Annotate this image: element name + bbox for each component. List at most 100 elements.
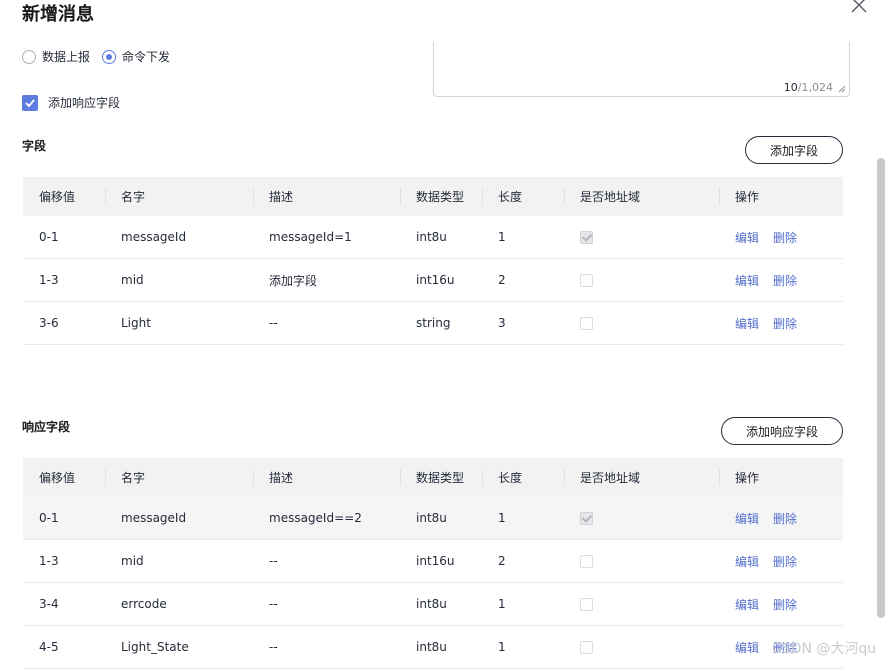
add-response-field-checkbox[interactable]: [22, 94, 38, 111]
watermark: CSDN @大河qu: [772, 641, 877, 657]
vertical-scrollbar[interactable]: [877, 158, 885, 618]
check-icon: [25, 98, 35, 107]
cell-actions: 编辑 删除: [719, 539, 843, 583]
cell-type: int8u: [400, 625, 482, 669]
edit-link[interactable]: 编辑: [735, 317, 759, 331]
radio-data-report[interactable]: [22, 49, 36, 64]
address-checkbox: [580, 274, 593, 287]
edit-link[interactable]: 编辑: [735, 555, 759, 569]
col-desc: 描述: [253, 177, 400, 216]
table-row: 3-4 errcode -- int8u 1 编辑 删除: [23, 582, 843, 626]
col-is-address: 是否地址域: [564, 458, 719, 497]
radio-data-report-label[interactable]: 数据上报: [42, 48, 90, 65]
cell-is-address: [564, 582, 719, 626]
cell-name: messageId: [105, 216, 253, 259]
col-is-address: 是否地址域: [564, 177, 719, 216]
char-max: /1,024: [797, 81, 833, 94]
message-type-radio-group: 数据上报 命令下发: [22, 48, 176, 65]
cell-type: int8u: [400, 582, 482, 626]
cell-is-address: [564, 301, 719, 345]
response-section-title: 响应字段: [22, 420, 71, 434]
cell-name: messageId: [105, 497, 253, 540]
close-icon[interactable]: [848, 0, 870, 16]
fields-section-title: 字段: [22, 139, 47, 153]
cell-length: 1: [482, 497, 564, 540]
table-row: 0-1 messageId messageId==2 int8u 1 编辑 删除: [23, 497, 843, 540]
table-row: 1-3 mid -- int16u 2 编辑 删除: [23, 539, 843, 583]
cell-offset: 1-3: [23, 539, 105, 583]
char-count: 10: [783, 81, 798, 94]
col-offset: 偏移值: [23, 177, 105, 216]
edit-link[interactable]: 编辑: [735, 641, 759, 655]
dialog-title: 新增消息: [22, 4, 94, 25]
col-actions: 操作: [719, 458, 843, 497]
cell-desc: 添加字段: [253, 258, 400, 302]
cell-offset: 3-6: [23, 301, 105, 345]
cell-name: Light: [105, 301, 253, 345]
cell-is-address: [564, 258, 719, 302]
delete-link[interactable]: 删除: [773, 231, 797, 245]
cell-is-address: [564, 539, 719, 583]
cell-length: 3: [482, 301, 564, 345]
cell-desc: --: [253, 301, 400, 345]
cell-length: 2: [482, 258, 564, 302]
edit-link[interactable]: 编辑: [735, 231, 759, 245]
add-response-field-label: 添加响应字段: [48, 96, 121, 110]
cell-offset: 0-1: [23, 216, 105, 259]
address-checkbox: [580, 317, 593, 330]
col-type: 数据类型: [400, 458, 482, 497]
delete-link[interactable]: 删除: [773, 512, 797, 526]
add-response-field-button[interactable]: 添加响应字段: [721, 417, 843, 445]
cell-name: errcode: [105, 582, 253, 626]
col-desc: 描述: [253, 458, 400, 497]
cell-desc: --: [253, 625, 400, 669]
edit-link[interactable]: 编辑: [735, 512, 759, 526]
cell-desc: --: [253, 582, 400, 626]
cell-offset: 3-4: [23, 582, 105, 626]
table-header-row: 偏移值 名字 描述 数据类型 长度 是否地址域 操作: [23, 458, 843, 497]
cell-length: 1: [482, 582, 564, 626]
table-header-row: 偏移值 名字 描述 数据类型 长度 是否地址域 操作: [23, 177, 843, 216]
cell-desc: messageId=1: [253, 216, 400, 259]
address-checkbox: [580, 555, 593, 568]
address-checkbox: [580, 598, 593, 611]
cell-type: int16u: [400, 258, 482, 302]
edit-link[interactable]: 编辑: [735, 598, 759, 612]
resize-handle-icon[interactable]: [838, 85, 846, 93]
add-response-field-checkbox-row[interactable]: 添加响应字段: [22, 94, 120, 111]
address-checkbox: [580, 641, 593, 654]
cell-is-address: [564, 216, 719, 259]
cell-offset: 1-3: [23, 258, 105, 302]
description-textarea[interactable]: 10/1,024: [433, 42, 850, 97]
col-length: 长度: [482, 458, 564, 497]
cell-desc: messageId==2: [253, 497, 400, 540]
col-offset: 偏移值: [23, 458, 105, 497]
cell-actions: 编辑 删除: [719, 258, 843, 302]
table-row: 4-5 Light_State -- int8u 1 编辑 删除: [23, 625, 843, 669]
edit-link[interactable]: 编辑: [735, 274, 759, 288]
delete-link[interactable]: 删除: [773, 274, 797, 288]
delete-link[interactable]: 删除: [773, 598, 797, 612]
cell-length: 1: [482, 625, 564, 669]
radio-command-send[interactable]: [102, 49, 117, 64]
cell-actions: 编辑 删除: [719, 301, 843, 345]
delete-link[interactable]: 删除: [773, 555, 797, 569]
col-name: 名字: [105, 177, 253, 216]
cell-name: mid: [105, 539, 253, 583]
col-name: 名字: [105, 458, 253, 497]
char-counter: 10/1,024: [784, 81, 833, 94]
cell-length: 2: [482, 539, 564, 583]
radio-command-send-label[interactable]: 命令下发: [122, 48, 170, 65]
add-field-button[interactable]: 添加字段: [745, 136, 843, 164]
cell-name: Light_State: [105, 625, 253, 669]
address-checkbox: [580, 231, 593, 244]
cell-offset: 4-5: [23, 625, 105, 669]
table-row: 1-3 mid 添加字段 int16u 2 编辑 删除: [23, 258, 843, 302]
address-checkbox: [580, 512, 593, 525]
delete-link[interactable]: 删除: [773, 317, 797, 331]
col-length: 长度: [482, 177, 564, 216]
cell-length: 1: [482, 216, 564, 259]
cell-type: int8u: [400, 497, 482, 540]
cell-actions: 编辑 删除: [719, 497, 843, 540]
col-type: 数据类型: [400, 177, 482, 216]
